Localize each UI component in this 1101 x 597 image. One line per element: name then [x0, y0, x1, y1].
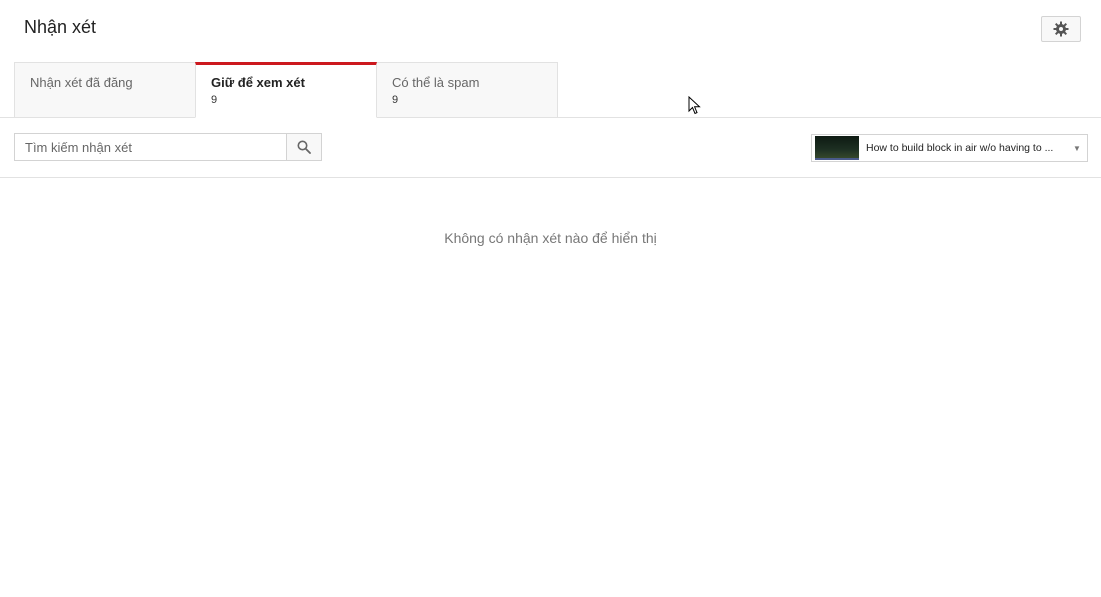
- empty-state-message: Không có nhận xét nào để hiển thị: [444, 230, 657, 246]
- tab-held-for-review[interactable]: Giữ để xem xét 9: [195, 62, 377, 118]
- tab-label: Có thể là spam: [392, 75, 480, 90]
- settings-button[interactable]: [1041, 16, 1081, 42]
- tab-published[interactable]: Nhận xét đã đăng: [14, 62, 196, 118]
- search-icon: [297, 140, 311, 154]
- search-button[interactable]: [286, 133, 322, 161]
- tab-count: 9: [211, 94, 218, 106]
- tab-label: Nhận xét đã đăng: [30, 75, 133, 90]
- video-filter-select[interactable]: How to build block in air w/o having to …: [811, 134, 1088, 162]
- chevron-down-icon: ▼: [1073, 143, 1081, 153]
- toolbar-divider: [0, 177, 1101, 178]
- search-input[interactable]: [14, 133, 286, 161]
- video-title: How to build block in air w/o having to …: [866, 142, 1054, 154]
- video-thumbnail: [815, 136, 859, 160]
- tab-likely-spam[interactable]: Có thể là spam 9: [376, 62, 558, 118]
- tab-divider: [0, 117, 1101, 118]
- gear-icon: [1053, 21, 1069, 37]
- tab-label: Giữ để xem xét: [211, 75, 305, 90]
- tab-count: 9: [392, 94, 399, 106]
- page-title: Nhận xét: [24, 17, 97, 37]
- mouse-cursor-icon: [688, 96, 701, 115]
- comment-tabs: Nhận xét đã đăng Giữ để xem xét 9 Có thể…: [14, 62, 558, 118]
